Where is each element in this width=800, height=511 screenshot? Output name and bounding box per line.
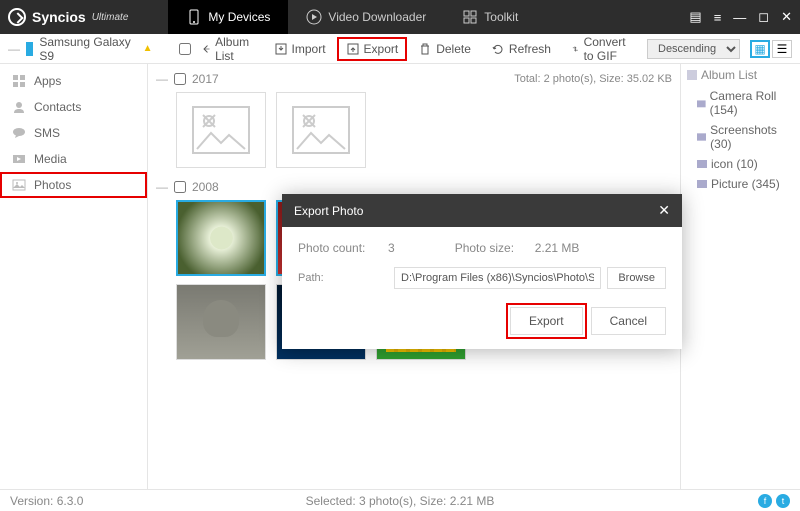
album-list-header: Album List xyxy=(687,68,794,82)
minimize-button[interactable]: — xyxy=(733,10,746,25)
tab-label: Toolkit xyxy=(484,10,518,24)
app-logo: Syncios Ultimate xyxy=(8,8,128,26)
dialog-close-button[interactable]: ✕ xyxy=(658,202,670,219)
import-icon xyxy=(274,42,288,56)
album-list-button[interactable]: Album List xyxy=(193,30,263,68)
year-2017-checkbox[interactable] xyxy=(174,73,186,85)
syncios-logo-icon xyxy=(8,8,26,26)
contacts-icon xyxy=(12,100,26,114)
sidebar-item-photos[interactable]: Photos xyxy=(0,172,147,198)
camera-icon xyxy=(697,98,706,108)
year-2017-header: — 2017 Total: 2 photo(s), Size: 35.02 KB xyxy=(156,72,672,86)
browse-button[interactable]: Browse xyxy=(607,267,666,289)
sms-icon xyxy=(12,126,26,140)
grid-icon xyxy=(462,9,478,25)
device-bar: — Samsung Galaxy S9 ▲ Album List Import … xyxy=(0,34,800,64)
twitter-icon[interactable]: t xyxy=(776,494,790,508)
photos-icon xyxy=(12,178,26,192)
import-button[interactable]: Import xyxy=(265,37,335,61)
window-controls: ▤ ≡ — ◻ ✕ xyxy=(689,9,792,25)
photo-placeholder[interactable] xyxy=(276,92,366,168)
photo-toolbar: Album List Import Export Delete Refresh … xyxy=(179,30,642,68)
sidebar-item-sms[interactable]: SMS xyxy=(0,120,147,146)
social-links: f t xyxy=(758,494,790,508)
maximize-button[interactable]: ◻ xyxy=(758,9,769,25)
view-mode-group: ▦ ☰ xyxy=(750,40,792,58)
device-name[interactable]: Samsung Galaxy S9 xyxy=(39,35,136,63)
menu-icon[interactable]: ≡ xyxy=(714,10,722,25)
album-item[interactable]: Screenshots (30) xyxy=(687,120,794,154)
collapse-icon[interactable]: — xyxy=(156,72,168,86)
delete-button[interactable]: Delete xyxy=(409,37,480,61)
year-2008-checkbox[interactable] xyxy=(174,181,186,193)
convert-icon xyxy=(571,42,580,56)
path-label: Path: xyxy=(298,272,388,284)
path-row: Path: Browse xyxy=(298,267,666,289)
year-label: 2017 xyxy=(192,72,219,86)
app-tier: Ultimate xyxy=(92,12,129,23)
count-value: 3 xyxy=(388,241,395,255)
device-dropdown-icon[interactable]: ▲ xyxy=(143,43,153,54)
export-confirm-button[interactable]: Export xyxy=(510,307,583,335)
album-panel: Album List Camera Roll (154) Screenshots… xyxy=(680,64,800,489)
list-view-icon[interactable]: ☰ xyxy=(772,40,792,58)
media-icon xyxy=(12,152,26,166)
version-label: Version: 6.3.0 xyxy=(10,494,83,508)
image-placeholder-icon xyxy=(191,105,251,155)
sidebar-item-apps[interactable]: Apps xyxy=(0,68,147,94)
sidebar-item-media[interactable]: Media xyxy=(0,146,147,172)
image-placeholder-icon xyxy=(291,105,351,155)
play-icon xyxy=(306,9,322,25)
export-photo-dialog: Export Photo ✕ Photo count: 3 Photo size… xyxy=(282,194,682,349)
tab-label: My Devices xyxy=(208,10,270,24)
photo-thumbnail[interactable]: ✓ xyxy=(176,200,266,276)
apps-icon xyxy=(12,74,26,88)
photo-thumbnail[interactable] xyxy=(176,284,266,360)
status-bar: Version: 6.3.0 Selected: 3 photo(s), Siz… xyxy=(0,489,800,511)
picture-icon xyxy=(697,159,707,169)
size-value: 2.21 MB xyxy=(535,241,580,255)
trash-icon xyxy=(418,42,432,56)
app-name: Syncios xyxy=(32,9,86,25)
size-label: Photo size: xyxy=(455,241,535,255)
selection-status: Selected: 3 photo(s), Size: 2.21 MB xyxy=(306,494,495,508)
album-item[interactable]: icon (10) xyxy=(687,154,794,174)
tab-label: Video Downloader xyxy=(328,10,426,24)
year-stats: Total: 2 photo(s), Size: 35.02 KB xyxy=(514,73,672,85)
sort-dropdown[interactable]: Descending xyxy=(647,39,740,59)
count-label: Photo count: xyxy=(298,241,388,255)
back-arrow-icon xyxy=(202,42,212,56)
select-all-checkbox[interactable] xyxy=(179,43,191,55)
picture-icon xyxy=(697,132,706,142)
year-label: 2008 xyxy=(192,180,219,194)
year-2008-header: — 2008 xyxy=(156,180,672,194)
category-sidebar: Apps Contacts SMS Media Photos xyxy=(0,64,148,489)
sidebar-item-contacts[interactable]: Contacts xyxy=(0,94,147,120)
photo-placeholder[interactable] xyxy=(176,92,266,168)
export-icon xyxy=(346,42,360,56)
export-button[interactable]: Export xyxy=(337,37,408,61)
chat-icon[interactable]: ▤ xyxy=(689,9,701,25)
dialog-header: Export Photo ✕ xyxy=(282,194,682,227)
grid-view-icon[interactable]: ▦ xyxy=(750,40,770,58)
album-icon xyxy=(687,70,697,80)
photo-info-row: Photo count: 3 Photo size: 2.21 MB xyxy=(298,241,666,255)
collapse-icon[interactable]: — xyxy=(156,180,168,194)
picture-icon xyxy=(697,179,707,189)
path-input[interactable] xyxy=(394,267,601,289)
convert-gif-button[interactable]: Convert to GIF xyxy=(562,30,641,68)
device-indicator-icon xyxy=(26,42,33,56)
album-item[interactable]: Camera Roll (154) xyxy=(687,86,794,120)
album-item[interactable]: Picture (345) xyxy=(687,174,794,194)
cancel-button[interactable]: Cancel xyxy=(591,307,666,335)
dialog-title: Export Photo xyxy=(294,204,363,218)
facebook-icon[interactable]: f xyxy=(758,494,772,508)
collapse-dash[interactable]: — xyxy=(8,42,20,56)
refresh-button[interactable]: Refresh xyxy=(482,37,560,61)
phone-icon xyxy=(186,9,202,25)
refresh-icon xyxy=(491,42,505,56)
close-button[interactable]: ✕ xyxy=(781,9,792,25)
